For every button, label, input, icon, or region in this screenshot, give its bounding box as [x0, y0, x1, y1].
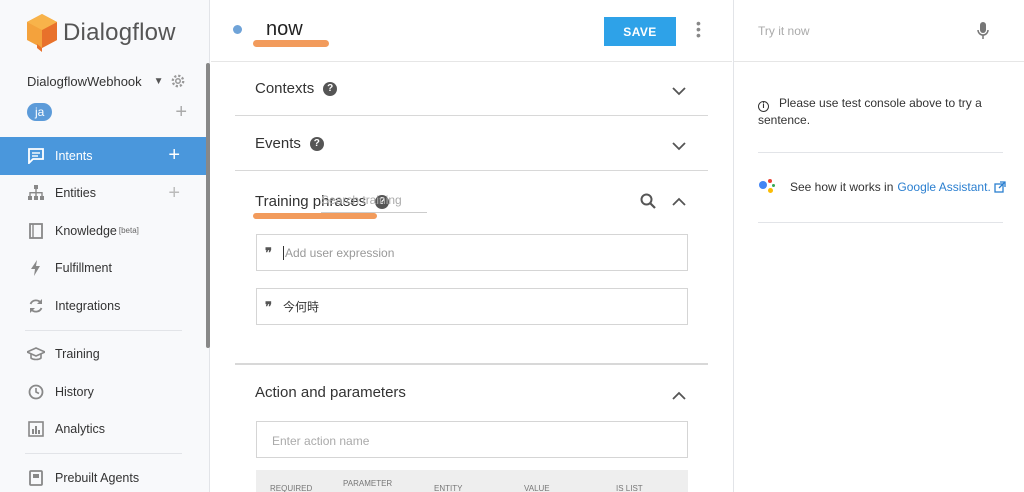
sidebar-item-entities[interactable]: Entities + — [0, 175, 207, 213]
sidebar-item-label: History — [55, 384, 94, 399]
google-assistant-icon — [758, 178, 778, 196]
column-header: PARAMETER — [343, 479, 393, 488]
chevron-up-icon[interactable] — [672, 389, 686, 403]
section-title: Contexts ? — [255, 80, 338, 97]
sidebar-item-training[interactable]: Training — [0, 336, 207, 374]
agent-icon — [27, 469, 45, 487]
console-info: i Please use test console above to try a … — [758, 95, 1006, 128]
save-button[interactable]: SAVE — [604, 17, 676, 46]
chat-icon — [27, 147, 45, 165]
add-language-icon[interactable]: + — [175, 102, 187, 122]
add-intent-icon[interactable]: + — [168, 144, 180, 167]
google-assistant-link[interactable]: Google Assistant. — [897, 180, 990, 194]
column-header: VALUE — [524, 484, 550, 492]
column-header: REQUIRED — [270, 484, 313, 492]
sidebar-item-label: Intents — [55, 148, 93, 163]
try-it-bar: Try it now — [734, 0, 1024, 62]
action-parameters-title: Action and parameters — [255, 384, 406, 401]
beta-badge: [beta] — [118, 226, 139, 236]
sidebar-scrollbar[interactable] — [206, 63, 210, 348]
caret-down-icon[interactable]: ▼ — [154, 76, 164, 87]
sidebar-item-label: Prebuilt Agents — [55, 470, 140, 485]
training-phrase-row[interactable]: ❞ 今何時 — [256, 288, 688, 325]
external-link-icon[interactable] — [994, 181, 1006, 193]
training-phrase-text[interactable]: 今何時 — [283, 298, 319, 315]
highlight-mark — [253, 213, 377, 219]
search-icon[interactable] — [640, 193, 656, 209]
sidebar-item-label: Entities — [55, 186, 96, 201]
language-row: ja + — [27, 102, 187, 122]
sidebar-item-knowledge[interactable]: Knowledge [beta] — [0, 212, 207, 250]
agent-selector[interactable]: DialogflowWebhook ▼ — [27, 72, 187, 90]
divider — [758, 222, 1003, 223]
app-name: Dialogflow — [63, 19, 176, 46]
dialogflow-logo[interactable]: Dialogflow — [27, 14, 176, 52]
column-header: ENTITY — [434, 484, 463, 492]
sidebar-item-label: Analytics — [55, 422, 106, 437]
add-entity-icon[interactable]: + — [168, 182, 180, 205]
microphone-icon[interactable] — [977, 22, 989, 40]
console-info-text: Please use test console above to try a s… — [758, 96, 982, 127]
sync-icon — [27, 297, 45, 315]
sidebar-item-label: Fulfillment — [55, 261, 112, 276]
help-icon[interactable]: ? — [323, 81, 338, 96]
events-title: Events — [255, 135, 301, 152]
agent-name: DialogflowWebhook — [27, 73, 142, 89]
sidebar-item-intents[interactable]: Intents + — [0, 137, 207, 175]
section-title: Action and parameters — [255, 384, 406, 401]
sidebar-item-label: Training — [55, 347, 100, 362]
section-title: Events ? — [255, 135, 324, 152]
contexts-title: Contexts — [255, 80, 315, 97]
sidebar-item-label: Integrations — [55, 298, 121, 313]
highlight-mark — [253, 40, 329, 47]
nav-divider — [25, 329, 182, 331]
chevron-up-icon[interactable] — [672, 195, 686, 209]
sidebar-item-history[interactable]: History — [0, 373, 207, 411]
book-icon — [27, 222, 45, 240]
clock-icon — [27, 383, 45, 401]
try-it-input[interactable]: Try it now — [758, 24, 810, 38]
more-options-icon[interactable]: • • • — [696, 16, 701, 42]
column-header: IS LIST — [616, 484, 643, 492]
info-icon: i — [758, 100, 769, 112]
divider — [758, 152, 1003, 153]
sidebar-item-label: Knowledge — [55, 223, 117, 238]
chevron-down-icon[interactable] — [672, 139, 686, 153]
events-section[interactable]: Events ? — [235, 116, 708, 171]
chevron-down-icon[interactable] — [672, 84, 686, 98]
sidebar-item-integrations[interactable]: Integrations — [0, 287, 207, 325]
add-expression-input[interactable]: ❞ Add user expression — [256, 234, 688, 271]
test-console: Try it now i Please use test console abov… — [733, 0, 1024, 492]
gear-icon[interactable] — [169, 72, 187, 90]
priority-dot-icon[interactable] — [233, 25, 242, 34]
intent-name-field[interactable]: now — [266, 18, 303, 41]
sidebar-nav: Intents + Entities + Knowledge [beta] Fu… — [0, 137, 207, 492]
graduation-cap-icon — [27, 345, 45, 363]
action-name-input[interactable]: Enter action name — [256, 421, 688, 458]
sidebar: Dialogflow DialogflowWebhook ▼ ja + Inte… — [0, 0, 210, 492]
sidebar-item-fulfillment[interactable]: Fulfillment — [0, 250, 207, 288]
ga-prefix-text: See how it works in — [790, 180, 894, 194]
bolt-icon — [27, 259, 45, 277]
add-expression-placeholder: Add user expression — [283, 245, 395, 260]
parameters-table-header: REQUIRED PARAMETER ENTITY VALUE IS LIST — [256, 470, 688, 492]
quote-icon: ❞ — [265, 298, 272, 314]
intent-header: now SAVE • • • — [211, 0, 732, 62]
training-search-input[interactable]: Search training — [321, 193, 427, 213]
contexts-section[interactable]: Contexts ? — [235, 62, 708, 116]
sidebar-item-analytics[interactable]: Analytics — [0, 411, 207, 449]
language-chip[interactable]: ja — [27, 103, 53, 121]
quote-icon: ❞ — [265, 244, 272, 260]
sidebar-item-prebuilt-agents[interactable]: Prebuilt Agents — [0, 459, 207, 492]
dialogflow-logo-icon — [27, 14, 57, 52]
help-icon[interactable]: ? — [309, 136, 324, 151]
nav-divider — [25, 453, 182, 454]
google-assistant-row: See how it works in Google Assistant. — [758, 178, 1006, 196]
bar-chart-icon — [27, 420, 45, 438]
hierarchy-icon — [27, 184, 45, 202]
